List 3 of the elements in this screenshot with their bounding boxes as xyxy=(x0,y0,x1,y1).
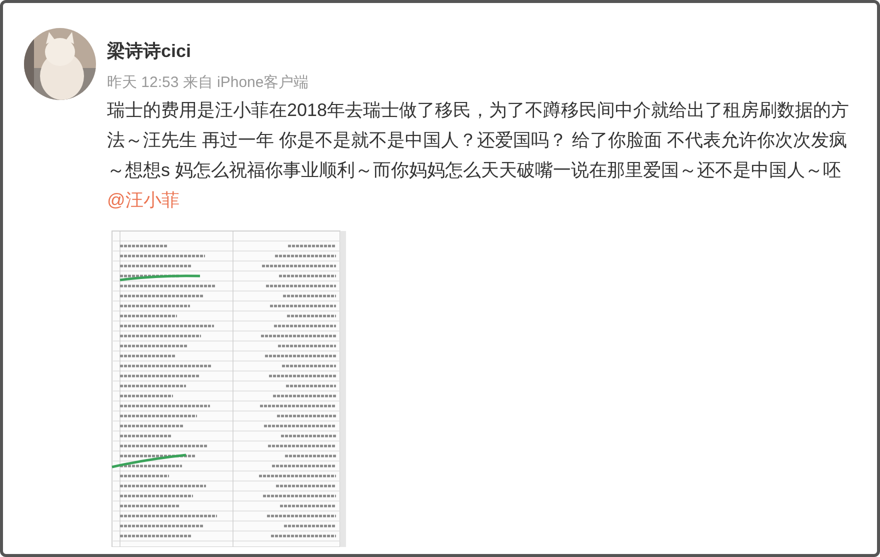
author-name[interactable]: 梁诗诗cici xyxy=(107,38,192,64)
post-text: 瑞士的费用是汪小菲在2018年去瑞士做了移民，为了不蹲移民间中介就给出了租房刷数据的方法～汪先生 再过一年 你是不是就不是中国人？还爱国吗？ 给了你脸面 不代表允许你次次发疯～想想s 妈怎么祝福你事业顺利～而你妈妈怎么天天破嘴一说在那里爱国～还不是中国人～呸 @汪小菲 xyxy=(107,99,850,212)
post-meta: 昨天 12:53 来自 iPhone客户端 xyxy=(107,73,309,93)
